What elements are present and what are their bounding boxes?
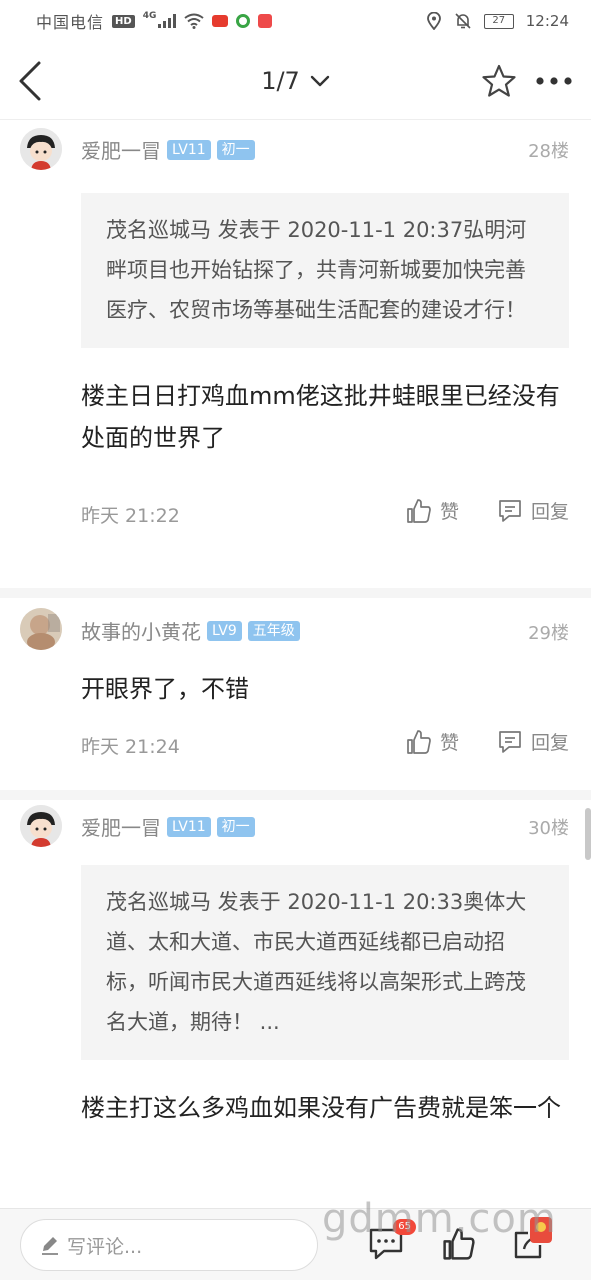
quoted-post[interactable]: 茂名巡城马 发表于 2020-11-1 20:37弘明河畔项目也开始钻探了，共青… <box>81 193 569 348</box>
reply-label: 回复 <box>530 732 569 754</box>
weibo-app-icon <box>212 15 229 27</box>
reply-time: 昨天 21:24 <box>81 736 180 758</box>
pencil-icon <box>42 1237 58 1255</box>
floor-number: 30楼 <box>528 818 569 839</box>
rank-badge: 初一 <box>216 139 255 160</box>
reply-header: 爱肥一冒 LV11 初一 28楼 <box>0 121 591 181</box>
like-button[interactable]: 赞 <box>406 728 459 755</box>
comment-input[interactable]: 写评论... <box>20 1219 318 1271</box>
reply-time: 昨天 21:22 <box>81 505 180 527</box>
comment-icon <box>499 730 521 753</box>
level-badge: LV11 <box>167 139 211 160</box>
reply-content: 开眼界了，不错 <box>81 675 249 703</box>
star-favorite-icon[interactable] <box>481 64 517 98</box>
username-row: 爱肥一冒 LV11 初一 <box>81 812 255 841</box>
level-badge: LV11 <box>167 816 211 837</box>
battery-icon: 27 <box>483 13 514 29</box>
username[interactable]: 爱肥一冒 <box>81 812 161 841</box>
thumbs-up-icon <box>407 498 431 523</box>
floor-number: 28楼 <box>528 141 569 162</box>
reply-meta: 昨天 21:24 赞 回复 <box>0 720 591 770</box>
username[interactable]: 爱肥一冒 <box>81 135 161 164</box>
reader-app-icon <box>258 14 273 28</box>
status-bar-right: 27 12:24 <box>426 12 569 30</box>
page-indicator: 1/7 <box>261 67 300 95</box>
username-row: 故事的小黄花 LV9 五年级 <box>81 616 300 645</box>
reply-header: 爱肥一冒 LV11 初一 30楼 <box>0 800 591 865</box>
avatar[interactable] <box>20 608 62 650</box>
nav-bar: 1/7 <box>0 42 591 120</box>
reply-button[interactable]: 回复 <box>497 728 569 755</box>
comment-placeholder: 写评论... <box>67 1235 143 1258</box>
mute-bell-icon <box>455 13 471 29</box>
network-type: 4G <box>142 11 157 21</box>
reply-label: 回复 <box>530 501 569 523</box>
back-button[interactable] <box>0 42 60 120</box>
avatar[interactable] <box>20 805 62 847</box>
rank-badge: 五年级 <box>247 620 300 641</box>
rank-badge: 初一 <box>216 816 255 837</box>
more-options-icon[interactable] <box>535 76 573 86</box>
floor-number: 29楼 <box>528 623 569 644</box>
reply-item: 故事的小黄花 LV9 五年级 29楼 开眼界了，不错 昨天 21:24 赞 回复 <box>0 598 591 800</box>
reply-button[interactable]: 回复 <box>497 497 569 524</box>
location-icon <box>426 12 441 30</box>
wifi-icon <box>184 13 204 29</box>
reply-content: 楼主打这么多鸡血如果没有广告费就是笨一个 <box>81 1094 561 1122</box>
browser-app-icon <box>236 14 251 28</box>
reply-item: 爱肥一冒 LV11 初一 30楼 茂名巡城马 发表于 2020-11-1 20:… <box>0 800 591 1129</box>
status-bar-left: 中国电信 HD 4G <box>36 9 426 33</box>
reply-header: 故事的小黄花 LV9 五年级 29楼 <box>0 598 591 668</box>
reply-content: 楼主日日打鸡血mm佬这批井蛙眼里已经没有处面的世界了 <box>81 382 560 452</box>
comment-icon <box>499 499 521 522</box>
reply-feed[interactable]: 爱肥一冒 LV11 初一 28楼 茂名巡城马 发表于 2020-11-1 20:… <box>0 121 591 1208</box>
signal-icon <box>158 14 177 28</box>
like-button[interactable]: 赞 <box>406 497 459 524</box>
username-row: 爱肥一冒 LV11 初一 <box>81 135 255 164</box>
reply-meta: 昨天 21:22 赞 回复 <box>0 489 591 539</box>
scrollbar-thumb[interactable] <box>585 808 591 860</box>
level-badge: LV9 <box>207 620 242 641</box>
chevron-down-icon <box>310 75 330 87</box>
thumbs-up-icon <box>407 729 431 754</box>
quoted-post[interactable]: 茂名巡城马 发表于 2020-11-1 20:33奥体大道、太和大道、市民大道西… <box>81 865 569 1060</box>
like-label: 赞 <box>439 501 459 523</box>
clock: 12:24 <box>525 12 569 30</box>
site-watermark: gdmm.com <box>322 1196 557 1242</box>
nav-actions <box>481 64 591 98</box>
back-arrow-icon <box>19 61 41 100</box>
hd-indicator: HD <box>112 14 135 28</box>
status-bar: 中国电信 HD 4G 27 12:24 <box>0 0 591 42</box>
reply-item: 爱肥一冒 LV11 初一 28楼 茂名巡城马 发表于 2020-11-1 20:… <box>0 121 591 598</box>
avatar[interactable] <box>20 128 62 170</box>
username[interactable]: 故事的小黄花 <box>81 616 201 645</box>
carrier-name: 中国电信 <box>36 13 105 32</box>
like-label: 赞 <box>439 732 459 754</box>
